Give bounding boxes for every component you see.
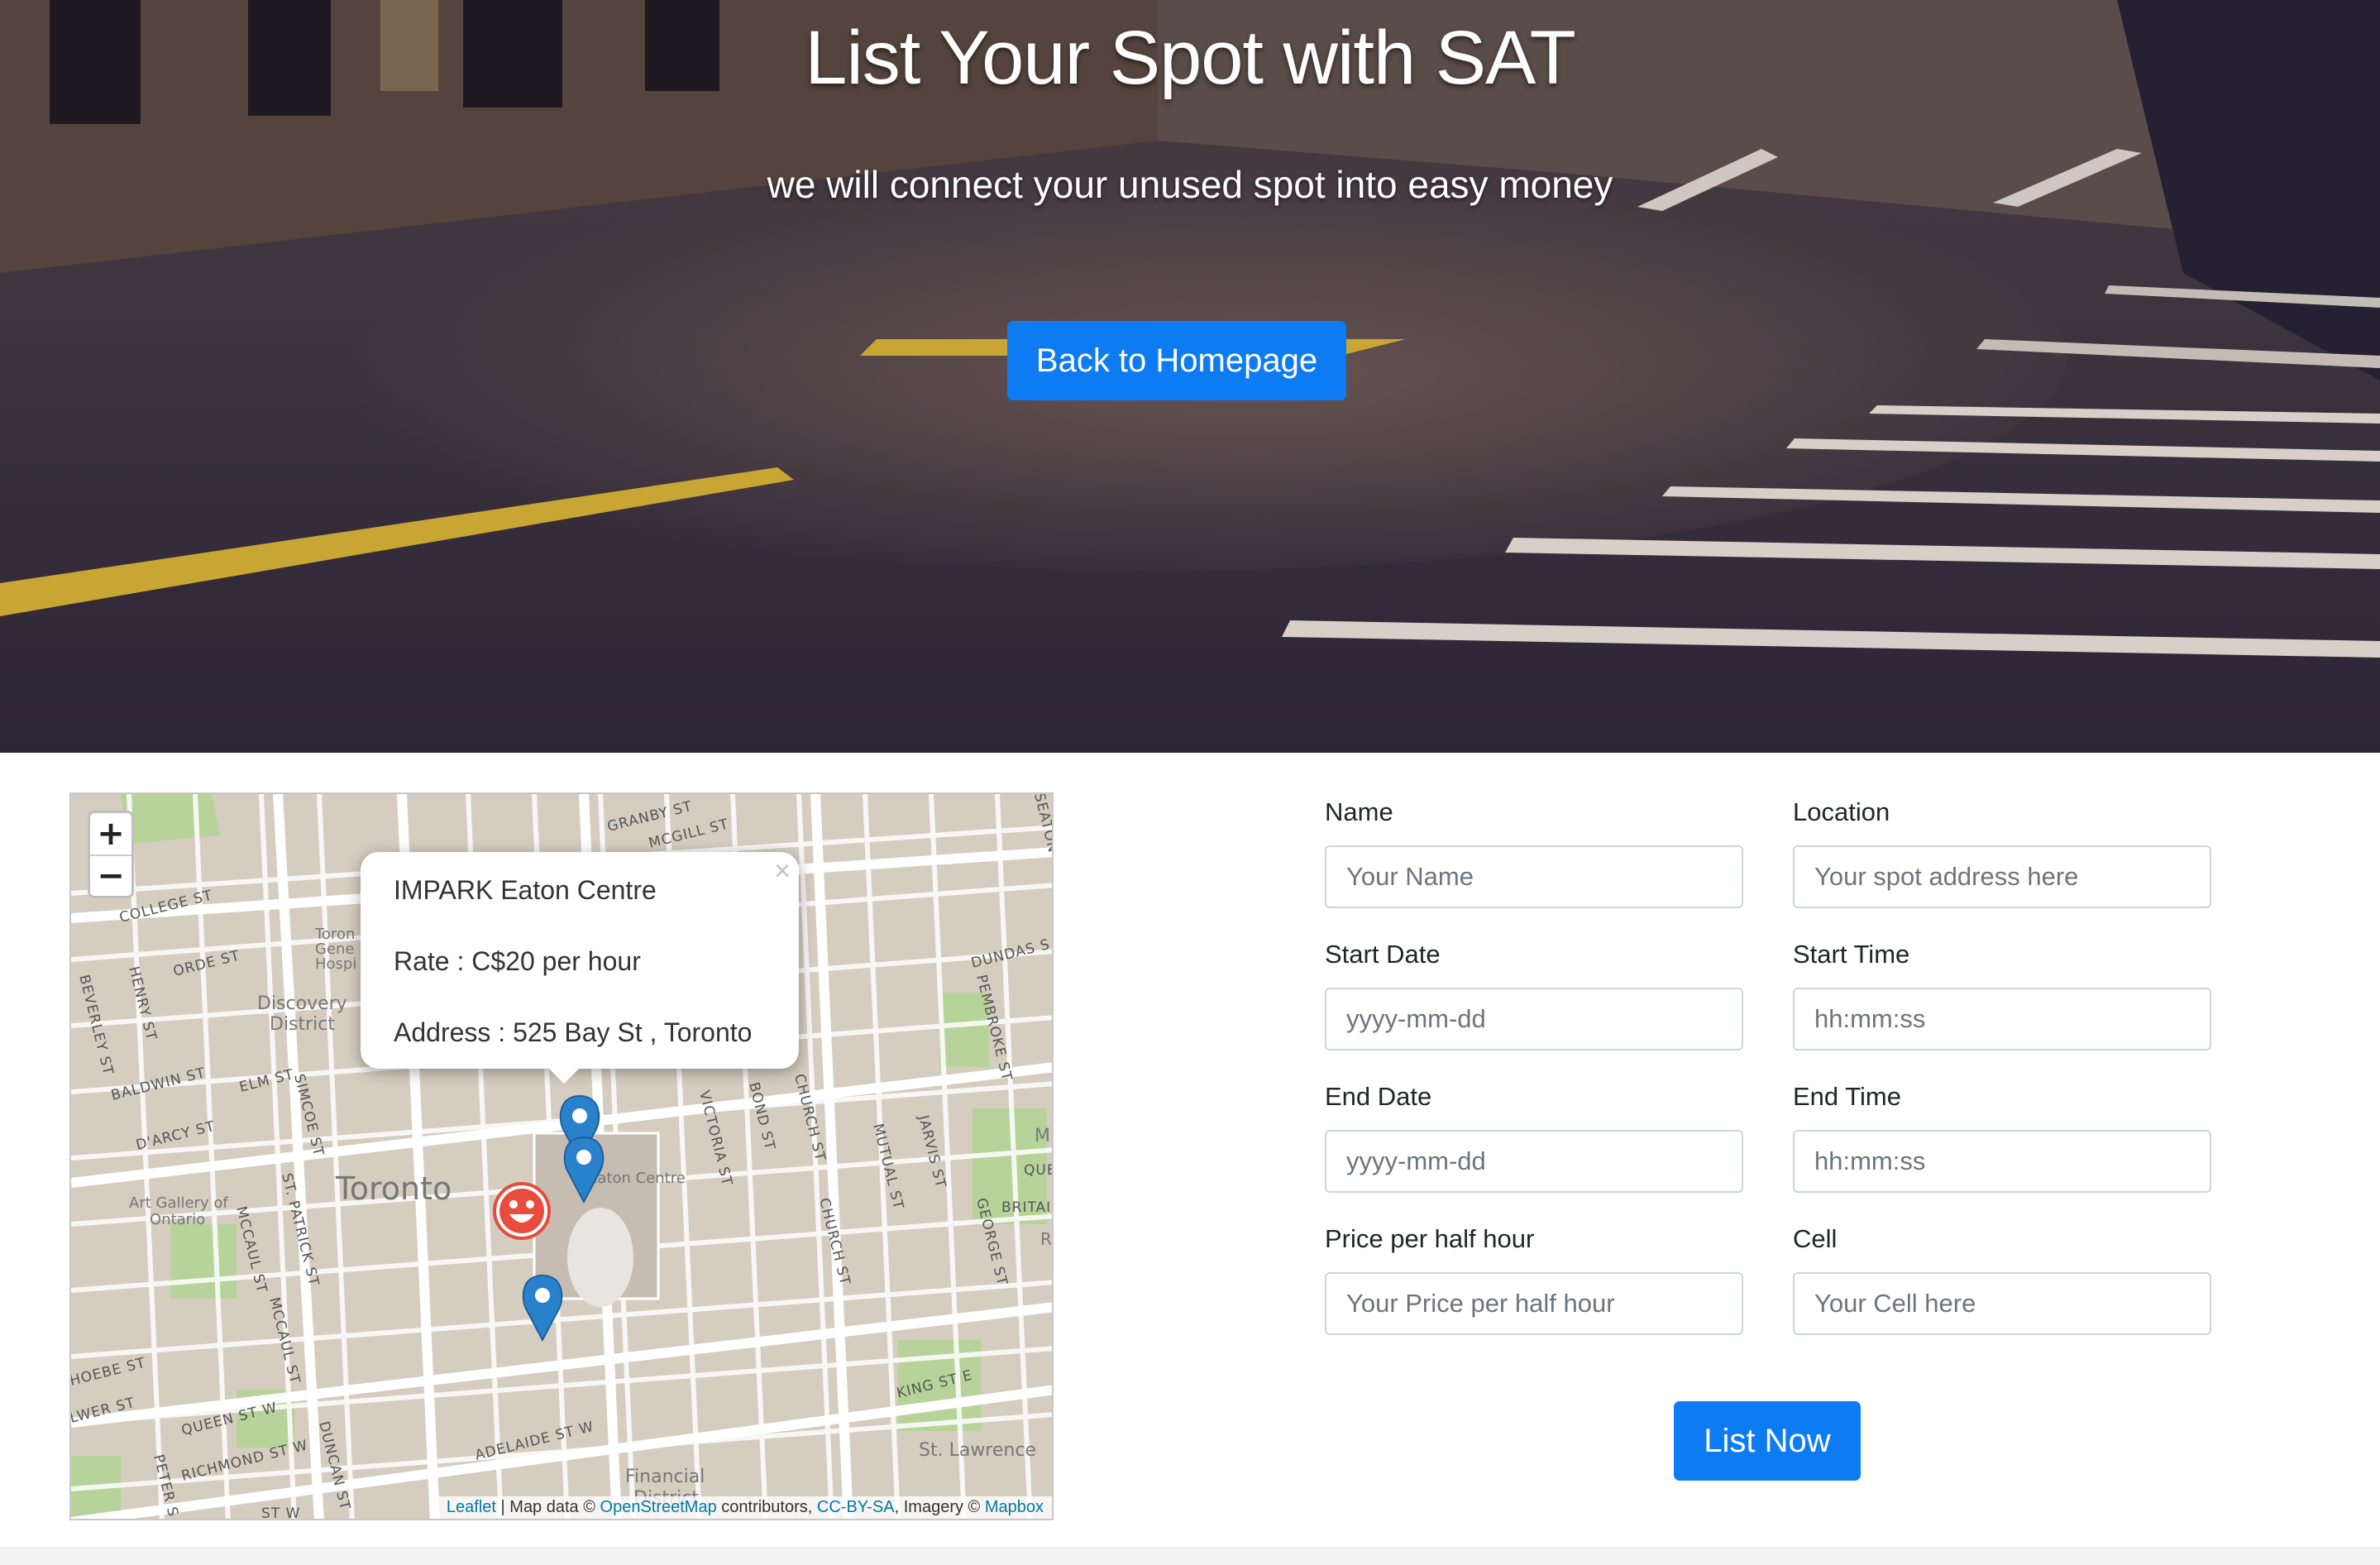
area-label-discovery: Discovery — [257, 993, 347, 1014]
leaflet-link[interactable]: Leaflet — [447, 1498, 496, 1516]
popup-tip — [546, 1065, 582, 1084]
zoom-control: + − — [88, 811, 134, 898]
map-widget[interactable]: COLLEGE ST ORDE ST BALDWIN ST ELM ST D'A… — [69, 792, 1054, 1520]
price-field[interactable] — [1325, 1272, 1743, 1335]
street-label-st-w: ST W — [261, 1505, 300, 1520]
end-time-label: End Time — [1793, 1082, 1901, 1111]
location-field[interactable] — [1793, 845, 2211, 908]
popup-name: IMPARK Eaton Centre — [394, 875, 657, 905]
attribution-imagery: , Imagery © — [894, 1498, 985, 1516]
page-subtitle: we will connect your unused spot into ea… — [767, 163, 1613, 206]
name-field[interactable] — [1325, 845, 1743, 908]
popup-rate: Rate : C$20 per hour — [394, 946, 641, 976]
area-label-district: District — [270, 1014, 335, 1035]
street-label-queen-e: QUE — [1024, 1162, 1054, 1179]
attribution-text: | Map data © — [495, 1498, 600, 1516]
zoom-out-button[interactable]: − — [90, 854, 131, 896]
area-label-hosp: Hospi — [315, 955, 356, 973]
area-label-art-gallery: Art Gallery of — [129, 1194, 228, 1212]
license-link[interactable]: CC-BY-SA — [817, 1498, 895, 1516]
area-label-ontario: Ontario — [150, 1211, 205, 1228]
area-label-eaton: Eaton Centre — [588, 1170, 686, 1187]
page-title: List Your Spot with SAT — [805, 16, 1576, 100]
end-date-field[interactable] — [1325, 1130, 1743, 1193]
location-popup: × IMPARK Eaton Centre Rate : C$20 per ho… — [361, 852, 799, 1069]
hero-banner: List Your Spot with SAT we will connect … — [0, 0, 2380, 753]
popup-address: Address : 525 Bay St , Toronto — [394, 1017, 753, 1047]
name-label: Name — [1325, 797, 1393, 826]
start-time-label: Start Time — [1793, 940, 1910, 969]
cell-field[interactable] — [1793, 1272, 2211, 1335]
area-label-m: M — [1035, 1126, 1050, 1146]
close-icon[interactable]: × — [774, 855, 791, 888]
start-date-field[interactable] — [1325, 988, 1743, 1051]
start-time-field[interactable] — [1793, 988, 2211, 1051]
area-label-toronto: Toronto — [335, 1170, 452, 1207]
area-label-financial: Financial — [625, 1467, 705, 1487]
area-label-r: R — [1040, 1229, 1052, 1249]
page-bottom-shade — [0, 1547, 2380, 1565]
zoom-in-button[interactable]: + — [90, 813, 131, 854]
street-label-britain: BRITAIN — [1001, 1199, 1054, 1216]
back-to-homepage-button[interactable]: Back to Homepage — [1007, 321, 1346, 400]
osm-link[interactable]: OpenStreetMap — [600, 1498, 717, 1516]
map-attribution: Leaflet | Map data © OpenStreetMap contr… — [437, 1496, 1052, 1519]
price-label: Price per half hour — [1325, 1224, 1535, 1253]
smiley-face-icon[interactable] — [493, 1182, 551, 1240]
end-time-field[interactable] — [1793, 1130, 2211, 1193]
location-label: Location — [1793, 797, 1890, 826]
start-date-label: Start Date — [1325, 940, 1441, 969]
mapbox-link[interactable]: Mapbox — [985, 1498, 1044, 1516]
cell-label: Cell — [1793, 1224, 1838, 1253]
list-now-button[interactable]: List Now — [1674, 1401, 1861, 1481]
area-label-st-lawrence: St. Lawrence — [919, 1440, 1036, 1461]
attribution-contributors: contributors, — [716, 1498, 817, 1516]
end-date-label: End Date — [1325, 1082, 1432, 1111]
